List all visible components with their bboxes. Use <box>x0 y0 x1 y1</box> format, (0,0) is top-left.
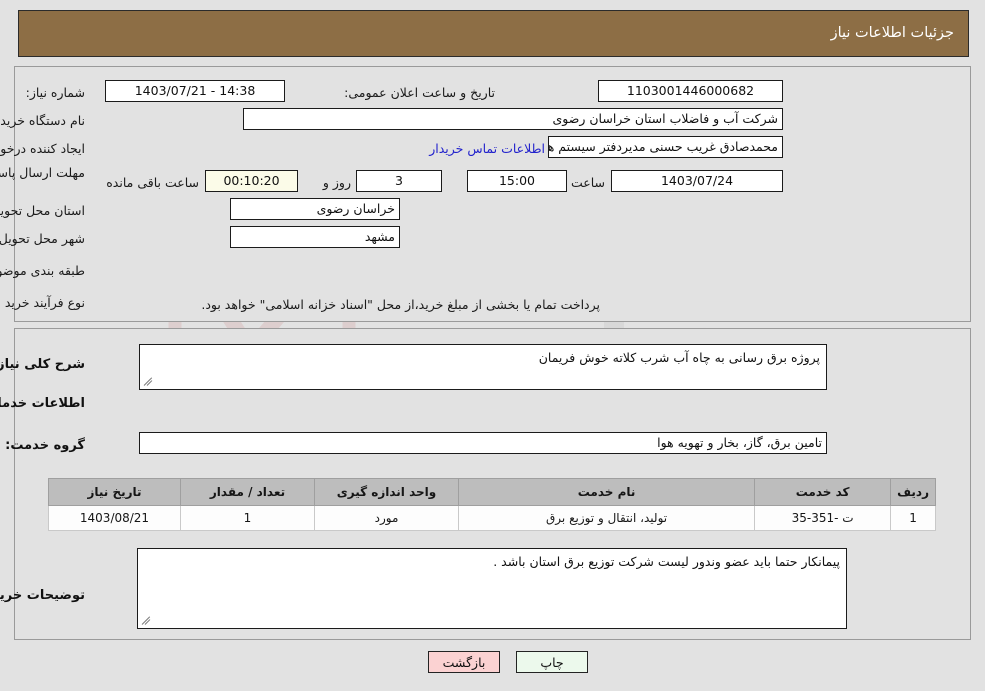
deadline-time: 15:00 <box>467 170 567 192</box>
days-remaining-value: 3 <box>356 170 442 192</box>
announce-datetime-label: تاریخ و ساعت اعلان عمومی: <box>344 85 495 100</box>
city-label: شهر محل تحویل: <box>0 231 85 246</box>
creator-label: ایجاد کننده درخواست: <box>0 141 85 156</box>
deadline-label: مهلت ارسال پاسخ: تا تاریخ: <box>0 165 85 180</box>
hour-label: ساعت <box>570 175 605 190</box>
deadline-date: 1403/07/24 <box>611 170 783 192</box>
city-value: مشهد <box>230 226 400 248</box>
need-info-panel <box>14 66 971 322</box>
buyer-org-label: نام دستگاه خریدار: <box>0 113 85 128</box>
col-code: کد خدمت <box>754 478 892 506</box>
print-button[interactable]: چاپ <box>516 651 588 673</box>
col-qty: تعداد / مقدار <box>180 478 315 506</box>
cell-name: تولید، انتقال و توزیع برق <box>457 505 756 531</box>
table-header-row: ردیف کد خدمت نام خدمت واحد اندازه گیری ت… <box>48 478 936 506</box>
treasury-note: پرداخت تمام یا بخشی از مبلغ خرید،از محل … <box>201 297 600 312</box>
general-desc-value: پروژه برق رسانی به چاه آب شرب کلاته خوش … <box>538 350 820 365</box>
buyer-notes-label: توضیحات خریدار: <box>0 588 85 603</box>
province-value: خراسان رضوی <box>230 198 400 220</box>
province-label: استان محل تحویل: <box>0 203 85 218</box>
cell-code: ت -351-35 <box>754 505 892 531</box>
col-name: نام خدمت <box>457 478 756 506</box>
need-number-label: شماره نیاز: <box>25 85 85 100</box>
col-radif: ردیف <box>890 478 936 506</box>
buyer-org-value: شرکت آب و فاضلاب استان خراسان رضوی <box>243 108 783 130</box>
cell-date: 1403/08/21 <box>48 505 181 531</box>
service-group-value: تامین برق، گاز، بخار و تهویه هوا <box>139 432 827 454</box>
general-desc-textarea[interactable]: پروژه برق رسانی به چاه آب شرب کلاته خوش … <box>139 344 827 390</box>
days-label: روز و <box>322 175 351 190</box>
services-table: ردیف کد خدمت نام خدمت واحد اندازه گیری ت… <box>48 478 936 531</box>
col-unit: واحد اندازه گیری <box>314 478 459 506</box>
category-label: طبقه بندی موضوعی: <box>0 263 85 278</box>
buyer-notes-value: پیمانکار حتما باید عضو وندور لیست شرکت ت… <box>493 554 840 569</box>
col-date: تاریخ نیاز <box>48 478 181 506</box>
back-button[interactable]: بازگشت <box>428 651 500 673</box>
page-header-bar: جزئیات اطلاعات نیاز <box>18 10 969 57</box>
cell-unit: مورد <box>314 505 459 531</box>
remaining-label: ساعت باقی مانده <box>106 175 199 190</box>
buyer-notes-textarea[interactable]: پیمانکار حتما باید عضو وندور لیست شرکت ت… <box>137 548 847 629</box>
page-root: AriaTender.net جزئیات اطلاعات نیاز شماره… <box>0 0 985 691</box>
services-section-title: اطلاعات خدمات مورد نیاز <box>0 396 85 411</box>
general-desc-label: شرح کلی نیاز: <box>0 357 85 372</box>
creator-value-box: محمدصادق غریب حسنی مدیردفتر سیستم های کن… <box>548 136 783 158</box>
service-group-label: گروه خدمت: <box>5 438 85 453</box>
process-label: نوع فرآیند خرید : <box>0 295 85 310</box>
table-row: 1 ت -351-35 تولید، انتقال و توزیع برق مو… <box>48 505 936 531</box>
resize-grip-icon-notes[interactable] <box>140 615 152 627</box>
cell-radif: 1 <box>890 505 936 531</box>
page-title: جزئیات اطلاعات نیاز <box>830 25 954 41</box>
cell-qty: 1 <box>180 505 315 531</box>
resize-grip-icon[interactable] <box>142 376 154 388</box>
announce-datetime-value: 14:38 - 1403/07/21 <box>105 80 285 102</box>
need-number-value: 1103001446000682 <box>598 80 783 102</box>
buyer-contact-link[interactable]: اطلاعات تماس خریدار <box>429 141 545 156</box>
countdown-timer: 00:10:20 <box>205 170 298 192</box>
